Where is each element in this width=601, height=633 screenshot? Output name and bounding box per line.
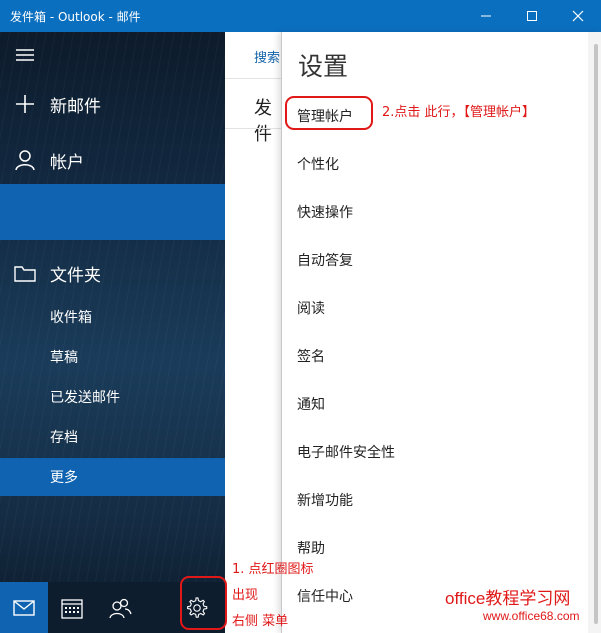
folder-item[interactable]: 已发送邮件 — [0, 378, 225, 416]
annotation-step1-line1: 1. 点红圈图标 — [232, 562, 314, 577]
annotation-highlight-manage-accounts — [285, 96, 373, 130]
maximize-icon — [527, 11, 537, 21]
message-list-pane: 搜索 发件 — [225, 32, 281, 633]
settings-item-reading[interactable]: 阅读 — [297, 298, 325, 318]
settings-item-auto-reply[interactable]: 自动答复 — [297, 250, 353, 270]
person-icon — [0, 149, 50, 171]
settings-scrollbar[interactable] — [588, 32, 601, 633]
settings-item-notifications[interactable]: 通知 — [297, 394, 325, 414]
close-icon — [572, 10, 584, 22]
settings-item-signature[interactable]: 签名 — [297, 346, 325, 366]
settings-item-quick-actions[interactable]: 快速操作 — [297, 202, 353, 222]
annotation-highlight-settings-icon — [180, 576, 227, 630]
hamburger-menu-button[interactable] — [0, 42, 225, 68]
divider — [225, 128, 281, 129]
watermark-title: office教程学习网 — [445, 589, 571, 608]
mail-app-button[interactable] — [0, 582, 48, 633]
folder-header: 发件 — [254, 98, 272, 145]
window-title: 发件箱 - Outlook - 邮件 — [10, 9, 141, 24]
settings-item-help[interactable]: 帮助 — [297, 538, 325, 558]
folder-item[interactable]: 存档 — [0, 418, 225, 456]
title-bar: 发件箱 - Outlook - 邮件 — [0, 0, 601, 32]
annotation-step1-line3: 右侧 菜单 — [232, 614, 289, 629]
folder-icon — [0, 264, 50, 282]
settings-item-whats-new[interactable]: 新增功能 — [297, 490, 353, 510]
new-mail-button[interactable]: 新邮件 — [0, 87, 225, 121]
mail-icon — [13, 599, 35, 616]
settings-item-trust-center[interactable]: 信任中心 — [297, 586, 353, 606]
calendar-app-button[interactable] — [48, 582, 96, 633]
folder-item[interactable]: 草稿 — [0, 338, 225, 376]
account-button[interactable]: 帐户 — [0, 143, 225, 177]
plus-icon — [0, 94, 50, 114]
search-link[interactable]: 搜索 — [254, 47, 280, 66]
account-selected-band[interactable] — [0, 184, 225, 240]
maximize-button[interactable] — [509, 0, 555, 32]
minimize-icon — [481, 15, 491, 17]
scrollbar-thumb[interactable] — [594, 44, 598, 624]
watermark-url: www.office68.com — [483, 609, 580, 623]
settings-item-personalization[interactable]: 个性化 — [297, 154, 339, 174]
account-label: 帐户 — [50, 152, 84, 173]
settings-item-email-security[interactable]: 电子邮件安全性 — [297, 442, 395, 462]
folders-label: 文件夹 — [50, 265, 101, 286]
folder-item-selected[interactable]: 更多 — [0, 458, 225, 496]
calendar-icon — [61, 598, 83, 619]
minimize-button[interactable] — [463, 0, 509, 32]
new-mail-label: 新邮件 — [50, 96, 101, 117]
annotation-step1-line2: 出现 — [232, 588, 259, 603]
close-button[interactable] — [555, 0, 601, 32]
settings-title: 设置 — [298, 52, 349, 81]
divider — [225, 78, 281, 79]
people-icon — [109, 598, 132, 618]
folder-item[interactable]: 收件箱 — [0, 298, 225, 336]
annotation-step2: 2.点击 此行，【管理帐户】 — [382, 105, 536, 120]
people-app-button[interactable] — [96, 582, 144, 633]
hamburger-icon — [0, 47, 50, 63]
folders-button[interactable]: 文件夹 — [0, 256, 225, 290]
navigation-pane: 新邮件 帐户 文件夹 收件箱 草稿 已发送邮件 存档 更多 — [0, 32, 225, 633]
